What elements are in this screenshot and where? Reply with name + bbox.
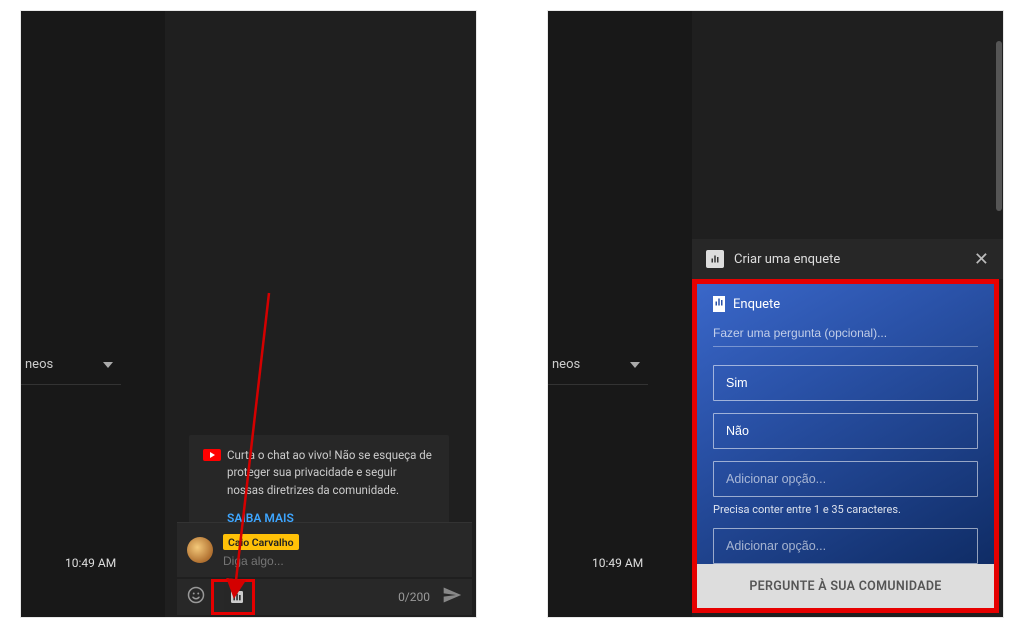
chat-toolbar: 0/200 (177, 579, 472, 615)
sidebar-fragment: neos (548, 351, 648, 391)
poll-badge-label: Enquete (733, 297, 780, 312)
chevron-down-icon (630, 362, 640, 368)
poll-hint-1: Precisa conter entre 1 e 35 caracteres. (713, 503, 978, 516)
panel-chat-before: neos Curta o chat ao vivo! Não se esqueç… (20, 10, 477, 618)
poll-icon (713, 296, 725, 312)
emoji-icon[interactable] (187, 586, 205, 609)
youtube-icon (203, 449, 221, 461)
chevron-down-icon (103, 362, 113, 368)
panel-poll-form: neos 10:49 AM Criar uma enquete ✕ Enquet… (547, 10, 1004, 618)
poll-button-highlight (211, 579, 255, 615)
sidebar-item-label: neos (552, 357, 580, 372)
close-icon[interactable]: ✕ (974, 249, 989, 270)
timestamp: 10:49 AM (592, 556, 643, 570)
send-button[interactable] (442, 585, 462, 609)
send-icon (442, 585, 462, 605)
poll-badge-row: Enquete (713, 296, 978, 312)
chat-input-row: Caio Carvalho (177, 522, 472, 578)
poll-form-body: Enquete Precisa conter entre 1 e 35 cara… (697, 284, 994, 564)
timestamp: 10:49 AM (65, 556, 116, 570)
sidebar-item-neos[interactable]: neos (21, 351, 121, 378)
divider (21, 384, 121, 385)
ask-community-button[interactable]: PERGUNTE À SUA COMUNIDADE (697, 564, 994, 608)
divider (548, 384, 648, 385)
chat-message-input[interactable] (223, 554, 462, 568)
poll-icon (706, 250, 724, 268)
poll-option-2[interactable] (713, 413, 978, 449)
scrollbar[interactable] (996, 41, 1002, 211)
poll-option-3[interactable] (713, 461, 978, 497)
username-badge: Caio Carvalho (223, 534, 299, 550)
poll-header: Criar uma enquete ✕ (692, 239, 1003, 279)
create-poll-button[interactable] (224, 584, 250, 610)
sidebar-item-neos[interactable]: neos (548, 351, 648, 378)
poll-question-input[interactable] (713, 322, 978, 347)
system-message-text: Curta o chat ao vivo! Não se esqueça de … (227, 448, 432, 497)
poll-option-4[interactable] (713, 528, 978, 564)
poll-header-title: Criar uma enquete (734, 252, 840, 267)
poll-icon (229, 589, 245, 605)
sidebar-item-label: neos (25, 357, 53, 372)
char-count: 0/200 (398, 590, 430, 604)
poll-form-highlight: Enquete Precisa conter entre 1 e 35 cara… (692, 279, 999, 613)
poll-option-1[interactable] (713, 365, 978, 401)
sidebar-fragment: neos (21, 351, 121, 391)
avatar (187, 537, 213, 563)
